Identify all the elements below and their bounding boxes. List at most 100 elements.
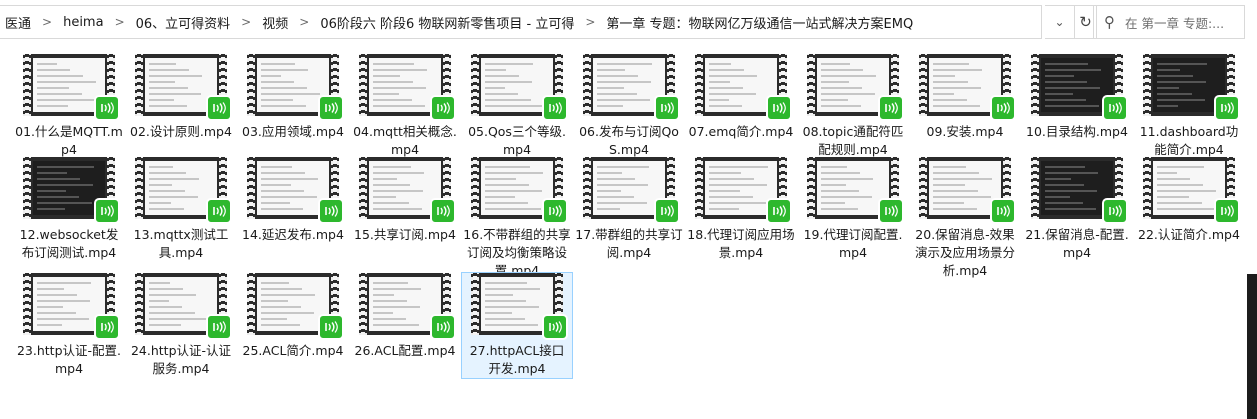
file-item[interactable]: 25.ACL简介.mp4	[237, 273, 349, 360]
search-box[interactable]: ⚲ 在 第一章 专题:...	[1093, 5, 1245, 39]
file-name-label: 02.设计原则.mp4	[130, 124, 232, 139]
video-player-app-icon	[542, 198, 568, 224]
file-item[interactable]: 06.发布与订阅QoS.mp4	[573, 54, 685, 159]
file-item[interactable]: 27.httpACL接口开发.mp4	[461, 272, 573, 379]
file-name-label: 05.Qos三个等级.mp4	[468, 124, 566, 157]
file-item[interactable]: 26.ACL配置.mp4	[349, 273, 461, 360]
file-name-label: 08.topic通配符匹配规则.mp4	[802, 124, 904, 157]
file-name-label: 01.什么是MQTT.mp4	[15, 124, 123, 157]
video-player-app-icon	[206, 95, 232, 121]
file-item[interactable]: 21.保留消息-配置.mp4	[1021, 157, 1133, 262]
video-thumbnail	[583, 54, 680, 121]
video-thumbnail	[1143, 54, 1240, 121]
file-name-label: 13.mqttx测试工具.mp4	[133, 227, 229, 260]
file-item[interactable]: 15.共享订阅.mp4	[349, 157, 461, 244]
file-name-label: 09.安装.mp4	[926, 124, 1004, 139]
file-item[interactable]: 18.代理订阅应用场景.mp4	[685, 157, 797, 262]
file-name-label: 24.http认证-认证服务.mp4	[130, 343, 232, 376]
breadcrumb-item[interactable]: 视频	[256, 13, 294, 32]
search-placeholder: 在 第一章 专题:...	[1125, 15, 1225, 31]
file-name-label: 22.认证简介.mp4	[1138, 227, 1240, 242]
file-item[interactable]: 05.Qos三个等级.mp4	[461, 54, 573, 159]
video-player-app-icon	[430, 95, 456, 121]
file-item[interactable]: 22.认证简介.mp4	[1133, 157, 1245, 244]
breadcrumb-item[interactable]: 医通	[0, 13, 37, 32]
file-item[interactable]: 13.mqttx测试工具.mp4	[125, 157, 237, 262]
file-item[interactable]: 11.dashboard功能简介.mp4	[1133, 54, 1245, 159]
file-name-label: 17.带群组的共享订阅.mp4	[575, 227, 683, 260]
file-item[interactable]: 09.安装.mp4	[909, 54, 1021, 141]
breadcrumb-item[interactable]: 06阶段六 阶段6 物联网新零售项目 - 立可得	[314, 13, 580, 32]
file-name-label: 25.ACL简介.mp4	[242, 343, 344, 358]
video-player-app-icon	[1102, 198, 1128, 224]
file-name-label: 18.代理订阅应用场景.mp4	[687, 227, 795, 260]
chevron-down-icon: ⌄	[1054, 15, 1065, 29]
file-name-label: 07.emq简介.mp4	[688, 124, 794, 139]
file-name-label: 14.延迟发布.mp4	[242, 227, 344, 242]
file-name-label: 04.mqtt相关概念.mp4	[353, 124, 457, 157]
video-player-app-icon	[990, 198, 1016, 224]
file-item[interactable]: 17.带群组的共享订阅.mp4	[573, 157, 685, 262]
video-player-app-icon	[542, 314, 568, 340]
address-bar[interactable]: 医通 > heima > 06、立可得资料 > 视频 > 06阶段六 阶段6 物…	[0, 5, 1042, 39]
file-name-label: 15.共享订阅.mp4	[354, 227, 456, 242]
video-thumbnail	[23, 157, 120, 224]
video-thumbnail	[919, 54, 1016, 121]
file-item[interactable]: 14.延迟发布.mp4	[237, 157, 349, 244]
video-thumbnail	[135, 157, 232, 224]
video-thumbnail	[471, 54, 568, 121]
breadcrumb-separator-icon[interactable]: >	[110, 15, 130, 29]
video-thumbnail	[135, 273, 232, 340]
file-name-label: 11.dashboard功能简介.mp4	[1139, 124, 1239, 157]
video-thumbnail	[695, 54, 792, 121]
video-thumbnail	[359, 273, 456, 340]
video-thumbnail	[23, 54, 120, 121]
video-thumbnail	[359, 157, 456, 224]
file-item[interactable]: 24.http认证-认证服务.mp4	[125, 273, 237, 378]
file-item[interactable]: 20.保留消息-效果演示及应用场景分析.mp4	[909, 157, 1021, 280]
video-player-app-icon	[654, 198, 680, 224]
video-player-app-icon	[766, 198, 792, 224]
file-name-label: 23.http认证-配置.mp4	[16, 343, 122, 376]
search-icon: ⚲	[1104, 13, 1115, 31]
video-thumbnail	[695, 157, 792, 224]
breadcrumb-item-current[interactable]: 第一章 专题：物联网亿万级通信一站式解决方案EMQ	[600, 13, 919, 32]
file-name-label: 10.目录结构.mp4	[1026, 124, 1128, 139]
file-item[interactable]: 04.mqtt相关概念.mp4	[349, 54, 461, 159]
video-thumbnail	[1031, 157, 1128, 224]
breadcrumb-separator-icon[interactable]: >	[236, 15, 256, 29]
file-item[interactable]: 12.websocket发布订阅测试.mp4	[13, 157, 125, 262]
video-thumbnail	[471, 157, 568, 224]
breadcrumb-separator-icon[interactable]: >	[580, 15, 600, 29]
video-player-app-icon	[318, 198, 344, 224]
video-thumbnail	[471, 273, 568, 340]
address-history-dropdown-button[interactable]: ⌄	[1045, 5, 1075, 39]
file-item[interactable]: 16.不带群组的共享订阅及均衡策略设置.mp4	[461, 157, 573, 280]
video-thumbnail	[135, 54, 232, 121]
video-thumbnail	[807, 54, 904, 121]
video-player-app-icon	[430, 314, 456, 340]
file-item[interactable]: 03.应用领域.mp4	[237, 54, 349, 141]
video-player-app-icon	[94, 95, 120, 121]
breadcrumb-item[interactable]: heima	[57, 15, 109, 30]
breadcrumb-separator-icon[interactable]: >	[37, 15, 57, 29]
file-item[interactable]: 02.设计原则.mp4	[125, 54, 237, 141]
file-item[interactable]: 08.topic通配符匹配规则.mp4	[797, 54, 909, 159]
refresh-icon: ↻	[1079, 13, 1092, 31]
video-thumbnail	[919, 157, 1016, 224]
video-thumbnail	[1143, 157, 1240, 224]
file-item[interactable]: 19.代理订阅配置.mp4	[797, 157, 909, 262]
file-item[interactable]: 10.目录结构.mp4	[1021, 54, 1133, 141]
video-player-app-icon	[318, 314, 344, 340]
file-name-label: 12.websocket发布订阅测试.mp4	[19, 227, 119, 260]
file-item[interactable]: 07.emq简介.mp4	[685, 54, 797, 141]
file-name-label: 26.ACL配置.mp4	[354, 343, 456, 358]
breadcrumb-separator-icon[interactable]: >	[294, 15, 314, 29]
breadcrumb-item[interactable]: 06、立可得资料	[130, 13, 237, 32]
video-player-app-icon	[94, 314, 120, 340]
file-item[interactable]: 01.什么是MQTT.mp4	[13, 54, 125, 159]
video-thumbnail	[1031, 54, 1128, 121]
file-name-label: 21.保留消息-配置.mp4	[1025, 227, 1129, 260]
video-thumbnail	[359, 54, 456, 121]
file-item[interactable]: 23.http认证-配置.mp4	[13, 273, 125, 378]
